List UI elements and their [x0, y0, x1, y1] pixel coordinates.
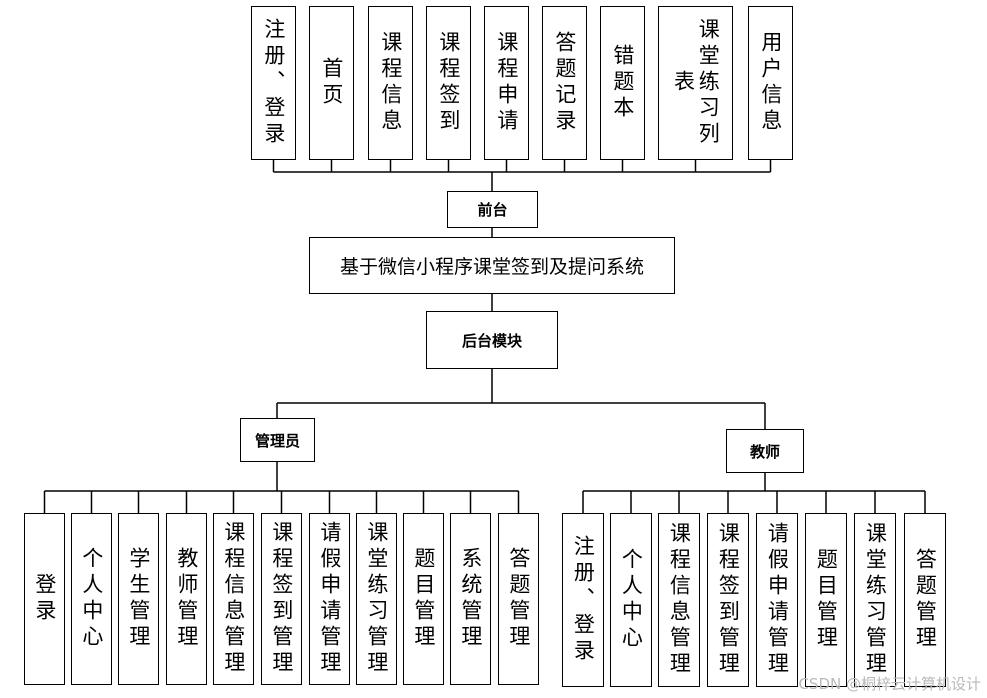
admin-item: 请假申请管理 — [309, 513, 350, 685]
frontend-item: 课程签到 — [426, 6, 471, 160]
admin-item: 题目管理 — [403, 513, 444, 685]
frontend-item: 错题本 — [600, 6, 645, 160]
admin-item: 课程签到管理 — [261, 513, 302, 685]
teacher-item: 答题管理 — [904, 513, 946, 687]
admin-item: 答题管理 — [498, 513, 539, 685]
teacher-item: 课堂练习管理 — [854, 513, 896, 687]
teacher-item: 课程信息管理 — [658, 513, 700, 687]
teacher-item: 请假申请管理 — [756, 513, 798, 687]
frontend-item: 答题记录 — [542, 6, 587, 160]
frontend-item: 首页 — [309, 6, 354, 160]
admin-item: 登录 — [24, 513, 65, 685]
admin-item: 课堂练习管理 — [356, 513, 397, 685]
system-title-node: 基于微信小程序课堂签到及提问系统 — [309, 237, 675, 294]
admin-item: 个人中心 — [71, 513, 112, 685]
backend-node: 后台模块 — [426, 311, 558, 369]
admin-item: 学生管理 — [118, 513, 159, 685]
frontend-node: 前台 — [447, 191, 538, 228]
teacher-item: 课程签到管理 — [707, 513, 749, 687]
teacher-item: 注册、登录 — [562, 513, 604, 687]
admin-item: 教师管理 — [166, 513, 207, 685]
frontend-item: 课程申请 — [484, 6, 529, 160]
teacher-item: 个人中心 — [610, 513, 652, 687]
frontend-item: 注册、登录 — [251, 6, 296, 160]
admin-item: 课程信息管理 — [213, 513, 254, 685]
teacher-node: 教师 — [726, 429, 804, 473]
teacher-item: 题目管理 — [805, 513, 847, 687]
frontend-item: 用户信息 — [748, 6, 793, 160]
system-structure-diagram: 前台 基于微信小程序课堂签到及提问系统 后台模块 管理员 教师 注册、登录 首页课… — [0, 0, 987, 698]
admin-node: 管理员 — [240, 418, 315, 462]
admin-item: 系统管理 — [450, 513, 491, 685]
frontend-item: 课堂练习列表 — [658, 6, 733, 160]
frontend-item: 课程信息 — [368, 6, 413, 160]
watermark: CSDN @桐梓云计算机设计 — [798, 675, 981, 693]
